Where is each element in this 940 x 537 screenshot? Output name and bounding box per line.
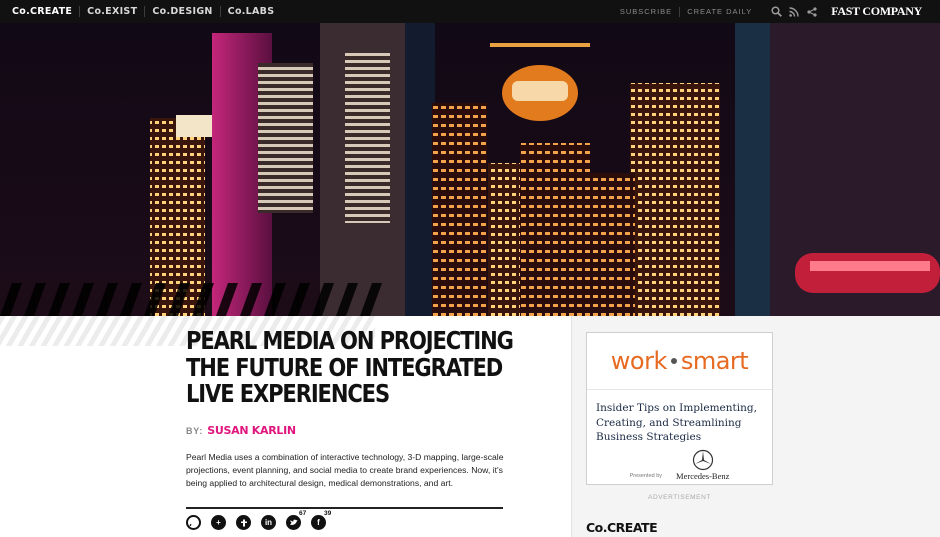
- create-daily-link[interactable]: CREATE DAILY: [680, 7, 759, 17]
- twitter-count: 67: [299, 510, 307, 517]
- search-icon[interactable]: [767, 0, 785, 23]
- byline: BY: SUSAN KARLIN: [186, 424, 516, 437]
- share-divider: [186, 507, 503, 509]
- share-icon[interactable]: [803, 0, 821, 23]
- mercedes-star-icon: [692, 449, 713, 471]
- nav-co-exist[interactable]: Co.EXIST: [80, 6, 146, 17]
- presented-by-label: Presented by: [629, 473, 663, 479]
- hero-cityscape-illustration: [0, 23, 940, 316]
- facebook-icon[interactable]: f 39: [311, 510, 331, 530]
- subscribe-link[interactable]: SUBSCRIBE: [613, 6, 681, 17]
- nav-co-design[interactable]: Co.DESIGN: [145, 6, 221, 17]
- ad-tagline: Insider Tips on Implementing, Creating, …: [596, 402, 757, 443]
- share-bar: + in 67 f 39: [186, 510, 331, 530]
- article-headline: PEARL MEDIA ON PROJECTING THE FUTURE OF …: [186, 326, 514, 408]
- comment-icon[interactable]: [186, 515, 201, 530]
- sponsor-name: Mercedes-Benz: [676, 471, 730, 481]
- add-icon[interactable]: +: [211, 515, 226, 530]
- rss-icon[interactable]: [785, 0, 803, 23]
- hero-image: [0, 23, 940, 316]
- article-deck: Pearl Media uses a combination of intera…: [186, 451, 504, 488]
- twitter-icon[interactable]: 67: [286, 510, 306, 530]
- sidebar-section-title: Co.CREATE: [586, 520, 658, 535]
- linkedin-icon[interactable]: in: [261, 515, 276, 530]
- top-navigation: Co.CREATE Co.EXIST Co.DESIGN Co.LABS SUB…: [0, 0, 940, 23]
- nav-co-labs[interactable]: Co.LABS: [221, 6, 282, 17]
- fast-company-logo[interactable]: FAST COMPANY: [831, 4, 922, 19]
- ad-brand-dot: [670, 358, 677, 364]
- ad-brand-logo: work smart: [587, 333, 772, 390]
- ad-sponsor: Presented by Mercedes-Benz: [587, 449, 772, 484]
- nav-co-create[interactable]: Co.CREATE: [0, 6, 81, 17]
- byline-label: BY:: [186, 425, 204, 436]
- facebook-count: 39: [324, 510, 332, 517]
- ad-brand-left: work: [610, 347, 668, 375]
- sponsor-logo: Mercedes-Benz: [676, 449, 729, 481]
- work-smart-advertisement[interactable]: work smart Insider Tips on Implementing,…: [586, 332, 773, 485]
- article-header: PEARL MEDIA ON PROJECTING THE FUTURE OF …: [186, 326, 516, 490]
- advertisement-label: ADVERTISEMENT: [648, 494, 711, 501]
- nav-right-group: SUBSCRIBE CREATE DAILY FAST COMPANY: [613, 0, 940, 23]
- ad-brand-right: smart: [680, 347, 749, 375]
- stumbleupon-icon[interactable]: [236, 515, 251, 530]
- author-link[interactable]: SUSAN KARLIN: [207, 424, 296, 437]
